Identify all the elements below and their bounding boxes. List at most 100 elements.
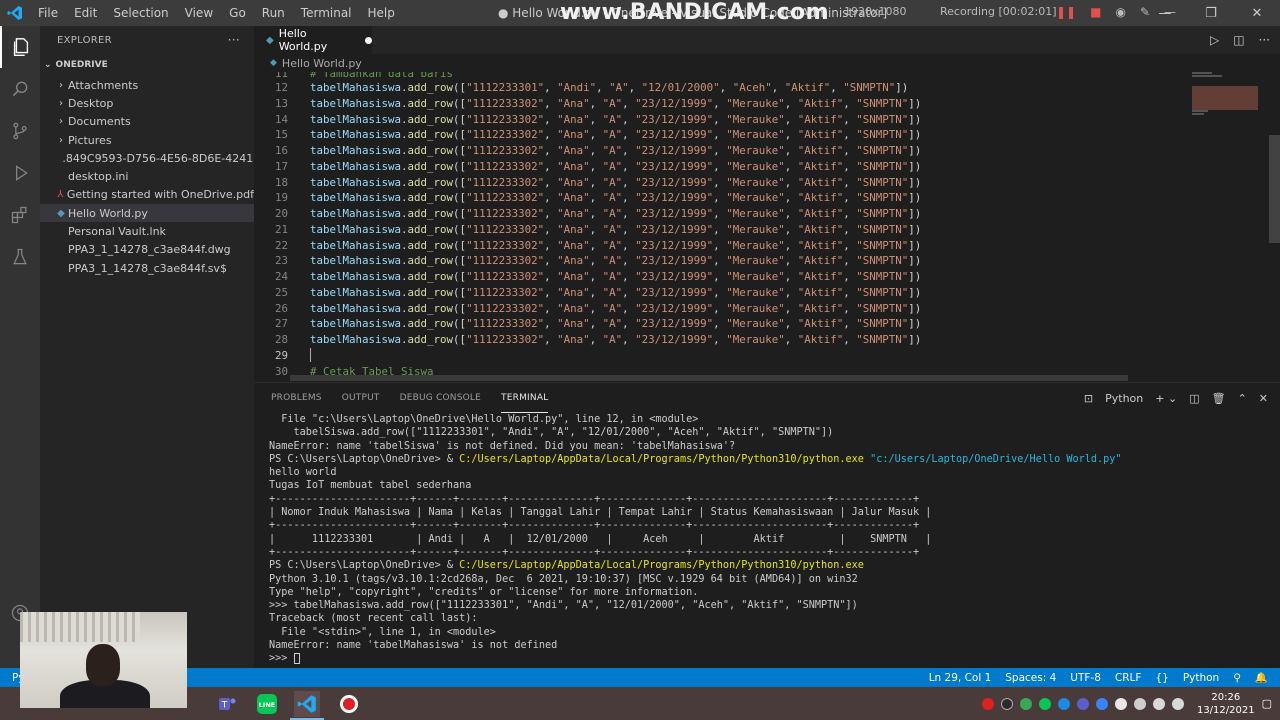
line-number: 27 [274, 317, 288, 331]
notification-center-icon[interactable]: ▢ [1262, 697, 1272, 710]
terminal-line: hello world [269, 466, 1269, 479]
feedback-icon[interactable]: ⚲ [1233, 672, 1241, 684]
terminal-text: | Nomor Induk Mahasiswa | Nama | Kelas |… [269, 507, 932, 519]
code-comma: , [843, 270, 857, 283]
tree-item[interactable]: › Pictures [40, 131, 254, 149]
menu-item-edit[interactable]: Edit [66, 0, 105, 26]
run-file-icon[interactable]: ▷ [1210, 33, 1219, 47]
code-variable: tabelMahasiswa [310, 254, 402, 268]
new-terminal-icon[interactable]: + ⌄ [1155, 392, 1177, 405]
onedrive-icon[interactable] [1114, 697, 1127, 710]
tree-item[interactable]: ≡PPA3_1_14278_c3ae844f.dwg [40, 241, 254, 259]
menu-item-help[interactable]: Help [360, 0, 403, 26]
clock[interactable]: 20:26 13/12/2021 [1197, 691, 1255, 717]
menu-bar: File Edit Selection View Go Run Terminal Help [30, 0, 403, 26]
line-tray-icon[interactable] [1038, 697, 1051, 710]
maximize-button[interactable]: ❐ [1188, 0, 1234, 26]
bandicam-tray-icon[interactable] [981, 697, 994, 710]
code-string: "Ana" [557, 112, 590, 126]
code-paren-close: ]) [908, 112, 922, 126]
editor-horizontal-scrollbar[interactable] [290, 375, 1128, 381]
unsaved-dot-icon[interactable] [365, 36, 372, 44]
split-editor-icon[interactable]: ◫ [1233, 33, 1244, 47]
minimize-button[interactable]: — [1142, 0, 1188, 26]
tree-item[interactable]: › Documents [40, 113, 254, 131]
volume-icon[interactable] [1171, 697, 1184, 710]
code-function: add_row [407, 191, 454, 205]
bandicam-taskbar-icon[interactable] [336, 691, 362, 717]
cursor-position[interactable]: Ln 29, Col 1 [929, 672, 992, 684]
tray-app-icon[interactable] [1019, 697, 1032, 710]
terminal-shell[interactable]: Python [1105, 392, 1143, 405]
extensions-icon[interactable] [0, 194, 40, 236]
tree-item[interactable]: › Attachments [40, 76, 254, 94]
teams-icon[interactable]: T [214, 691, 240, 717]
teams-tray-icon[interactable] [1076, 697, 1089, 710]
tray-app-icon[interactable] [1000, 697, 1013, 710]
stop-icon[interactable]: ■ [1090, 0, 1101, 24]
tree-item[interactable]: ≡PPA3_1_14278_c3ae844f.sv$ [40, 259, 254, 277]
tree-item[interactable]: › Desktop [40, 94, 254, 112]
terminal-output[interactable]: File "c:\Users\Laptop\OneDrive\Hello Wor… [269, 413, 1269, 666]
tab-problems[interactable]: PROBLEMS [271, 383, 322, 413]
network-icon[interactable] [1152, 697, 1165, 710]
terminal-prompt: PS C:\Users\Laptop\OneDrive> & [269, 453, 460, 465]
breadcrumb-file[interactable]: Hello World.py [282, 57, 362, 70]
code-function: add_row [407, 301, 454, 315]
more-actions-icon[interactable]: ··· [228, 33, 240, 47]
menu-item-terminal[interactable]: Terminal [293, 0, 360, 26]
battery-icon[interactable] [1133, 697, 1146, 710]
code-function: add_row [407, 317, 454, 331]
code-text: tabelMahasiswa.add_row(["1112233302", "A… [310, 190, 921, 206]
trash-icon[interactable]: 🗑 [1212, 392, 1226, 405]
search-icon[interactable] [0, 68, 40, 110]
encoding[interactable]: UTF-8 [1070, 672, 1101, 684]
source-control-icon[interactable] [0, 110, 40, 152]
line-app-icon[interactable]: LINE [254, 691, 280, 717]
tab-terminal[interactable]: TERMINAL [501, 383, 549, 413]
line-ending[interactable]: CRLF [1115, 672, 1142, 684]
minimap[interactable] [1192, 72, 1272, 122]
run-debug-icon[interactable] [0, 152, 40, 194]
more-icon[interactable]: ··· [1259, 33, 1270, 47]
tree-item[interactable]: ≡.849C9593-D756-4E56-8D6E-42412F... [40, 149, 254, 167]
indentation[interactable]: Spaces: 4 [1005, 672, 1056, 684]
code-text: tabelMahasiswa.add_row(["1112233302", "A… [310, 301, 921, 317]
vscode-taskbar-icon[interactable] [294, 691, 320, 717]
editor-scrollbar[interactable] [1269, 135, 1280, 243]
code-paren-close: ]) [908, 207, 922, 220]
onedrive-section[interactable]: ⌄ ONEDRIVE [40, 54, 254, 76]
tab-output[interactable]: OUTPUT [342, 383, 380, 413]
tree-item[interactable]: ◆ Hello World.py [40, 204, 254, 223]
tray-app-icon[interactable] [1057, 697, 1070, 710]
menu-item-file[interactable]: File [30, 0, 66, 26]
pause-icon[interactable]: ❚❚ [1056, 0, 1076, 24]
close-button[interactable]: ✕ [1234, 0, 1280, 26]
code-function: add_row [407, 96, 454, 110]
menu-item-selection[interactable]: Selection [105, 0, 176, 26]
notifications-icon[interactable]: 🔔 [1255, 671, 1268, 684]
terminal-line: Tugas IoT membuat tabel sederhana [269, 479, 1269, 492]
menu-item-go[interactable]: Go [221, 0, 254, 26]
camera-icon[interactable]: ◉ [1115, 0, 1125, 24]
language-mode[interactable]: Python [1183, 672, 1219, 684]
tree-item[interactable]: ⅄ Getting started with OneDrive.pdf [40, 186, 254, 204]
split-terminal-icon[interactable]: ◫ [1189, 392, 1199, 405]
menu-item-view[interactable]: View [177, 0, 221, 26]
tab-hello-world[interactable]: ◆ Hello World.py [254, 26, 372, 54]
close-panel-icon[interactable]: ✕ [1259, 392, 1268, 405]
tab-debug-console[interactable]: DEBUG CONSOLE [400, 383, 481, 413]
code-editor[interactable]: 11 # Tambahkan data baris 12 tabelMahasis… [254, 72, 1280, 382]
code-variable: tabelMahasiswa [310, 222, 402, 236]
menu-item-run[interactable]: Run [254, 0, 293, 26]
tree-item[interactable]: ≡desktop.ini [40, 167, 254, 185]
code-paren-open: ([ [453, 128, 467, 142]
code-function: add_row [407, 222, 454, 236]
testing-icon[interactable] [0, 236, 40, 278]
tree-item-label: PPA3_1_14278_c3ae844f.sv$ [68, 261, 227, 275]
explorer-icon[interactable] [0, 26, 40, 68]
bluetooth-icon[interactable] [1095, 697, 1108, 710]
maximize-panel-icon[interactable]: ⌃ [1238, 392, 1247, 405]
tree-item[interactable]: ≡Personal Vault.lnk [40, 222, 254, 240]
code-comma: , [589, 222, 603, 236]
